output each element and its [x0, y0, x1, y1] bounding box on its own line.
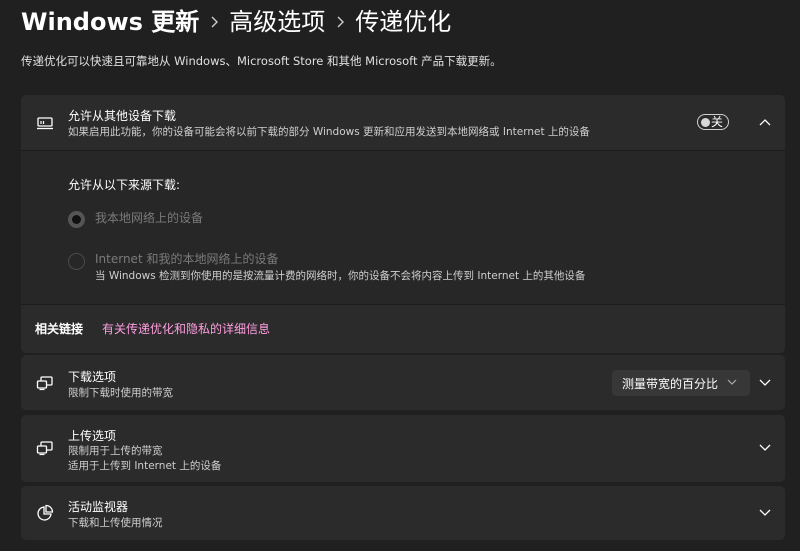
breadcrumb-chevron-icon [325, 6, 355, 38]
source-heading: 允许从以下来源下载: [68, 178, 181, 192]
allow-downloads-title: 允许从其他设备下载 [68, 109, 177, 123]
upload-options-title: 上传选项 [68, 429, 117, 443]
bandwidth-mode-value: 测量带宽的百分比 [622, 376, 719, 391]
allow-downloads-toggle[interactable] [697, 114, 729, 130]
activity-monitor-card[interactable]: 活动监视器 下载和上传使用情况 [21, 486, 785, 540]
radio-local-network-label: 我本地网络上的设备 [95, 211, 204, 225]
breadcrumb-chevron-icon [199, 6, 229, 38]
privacy-details-link[interactable]: 有关传递优化和隐私的详细信息 [102, 320, 270, 337]
radio-internet-and-local[interactable] [68, 253, 85, 270]
breadcrumb-advanced-options[interactable]: 高级选项 [229, 6, 325, 38]
toggle-knob [701, 117, 710, 127]
page-title: 传递优化 [355, 8, 452, 36]
page-description: 传递优化可以快速且可靠地从 Windows、Microsoft Store 和其… [21, 54, 502, 68]
radio-internet-and-local-description: 当 Windows 检测到你使用的是按流量计费的网络时，你的设备不会将内容上传到… [95, 270, 586, 282]
allow-downloads-subtitle: 如果启用此功能，你的设备可能会将以前下载的部分 Windows 更新和应用发送到… [68, 126, 590, 138]
download-options-title: 下载选项 [68, 370, 117, 384]
collapse-chevron-up-icon[interactable] [757, 114, 773, 130]
radio-internet-and-local-label: Internet 和我的本地网络上的设备 [95, 252, 279, 266]
radio-local-network[interactable] [68, 211, 85, 228]
pie-chart-icon [35, 503, 55, 523]
related-links-panel: 相关链接 有关传递优化和隐私的详细信息 [21, 304, 785, 353]
expand-chevron-down-icon[interactable] [757, 440, 773, 456]
activity-monitor-title: 活动监视器 [68, 500, 129, 514]
bandwidth-mode-dropdown[interactable]: 测量带宽的百分比 [612, 370, 750, 396]
download-options-subtitle: 限制下载时使用的带宽 [68, 387, 173, 399]
activity-monitor-subtitle: 下载和上传使用情况 [68, 517, 163, 529]
devices-icon [35, 438, 55, 458]
download-source-panel: 允许从以下来源下载: 我本地网络上的设备 Internet 和我的本地网络上的设… [21, 150, 785, 304]
screen-share-icon [35, 113, 55, 133]
chevron-down-icon [725, 375, 739, 389]
upload-options-subtitle: 限制用于上传的带宽 [68, 445, 163, 457]
related-links-label: 相关链接 [35, 322, 84, 336]
breadcrumb-windows-update[interactable]: Windows 更新 [21, 6, 199, 38]
devices-icon [35, 373, 55, 393]
upload-options-card[interactable]: 上传选项 限制用于上传的带宽 适用于上传到 Internet 上的设备 [21, 415, 785, 482]
radio-selected-dot [72, 215, 81, 224]
upload-options-subtitle-2: 适用于上传到 Internet 上的设备 [68, 460, 222, 472]
expand-chevron-down-icon[interactable] [757, 505, 773, 521]
allow-downloads-card: 允许从其他设备下载 如果启用此功能，你的设备可能会将以前下载的部分 Window… [21, 95, 785, 150]
breadcrumb: Windows 更新 高级选项 传递优化 [21, 6, 451, 38]
expand-chevron-down-icon[interactable] [757, 375, 773, 391]
